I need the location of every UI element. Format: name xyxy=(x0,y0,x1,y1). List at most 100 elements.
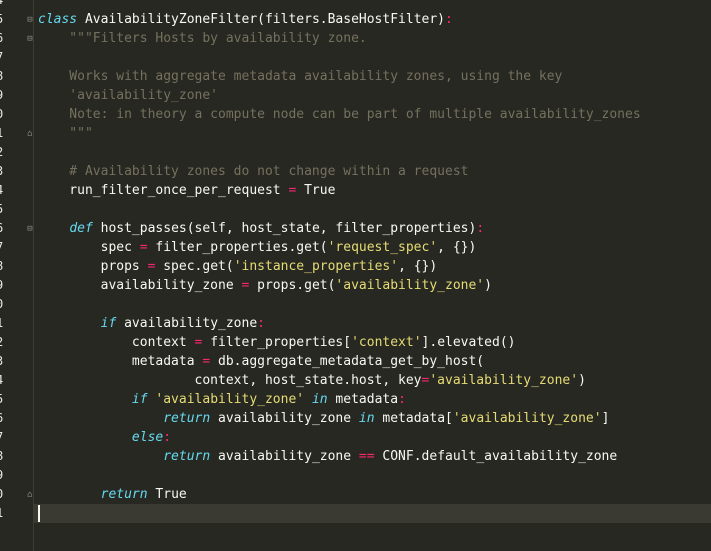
code-line[interactable]: class AvailabilityZoneFilter(filters.Bas… xyxy=(38,10,711,29)
code-token: db.aggregate_metadata_get_by_host( xyxy=(210,354,485,369)
code-token: return xyxy=(163,411,211,426)
code-token: in xyxy=(358,411,375,426)
code-line[interactable]: props = spec.get('instance_properties', … xyxy=(38,257,711,276)
code-line[interactable]: # Availability zones do not change withi… xyxy=(38,162,711,181)
line-number: 8 xyxy=(0,257,6,276)
code-line[interactable]: """Filters Hosts by availability zone. xyxy=(38,29,711,48)
line-number: 5 xyxy=(0,200,6,219)
line-number: 2 xyxy=(0,143,6,162)
line-number: 9 xyxy=(0,466,6,485)
code-token: """ xyxy=(38,126,93,141)
line-number: 1 xyxy=(0,124,6,143)
code-line[interactable]: run_filter_once_per_request = True xyxy=(38,181,711,200)
line-number: 6 xyxy=(0,219,6,238)
code-token: 'availability_zone' xyxy=(429,373,579,388)
code-token: 'request_spec' xyxy=(327,240,438,255)
code-token: spec xyxy=(38,240,140,255)
code-token: 'availability_zone' xyxy=(155,392,305,407)
line-number: 5 xyxy=(0,390,6,409)
line-number: 9 xyxy=(0,86,6,105)
code-token: return xyxy=(100,487,148,502)
code-line[interactable] xyxy=(38,466,711,485)
text-cursor xyxy=(38,505,40,522)
code-token: run_filter_once_per_request xyxy=(38,183,289,198)
code-token: , {}) xyxy=(398,259,438,274)
code-line[interactable]: else: xyxy=(38,428,711,447)
code-line[interactable]: Note: in theory a compute node can be pa… xyxy=(38,105,711,124)
fold-guide xyxy=(33,0,34,551)
code-token: ) xyxy=(484,278,492,293)
code-line[interactable]: spec = filter_properties.get('request_sp… xyxy=(38,238,711,257)
line-number: 7 xyxy=(0,428,6,447)
code-token: """Filters Hosts by availability zone. xyxy=(38,31,367,46)
line-number: 0 xyxy=(0,485,6,504)
code-line[interactable]: context, host_state.host, key='availabil… xyxy=(38,371,711,390)
line-number-gutter[interactable]: 4567890123456789012345678901⊟⊟⌂⊟⌂ xyxy=(0,0,34,551)
code-line[interactable] xyxy=(38,200,711,219)
code-token: # Availability zones do not change withi… xyxy=(38,164,469,179)
line-number: 1 xyxy=(0,314,6,333)
code-token: metadata xyxy=(38,354,203,369)
code-line[interactable]: def host_passes(self, host_state, filter… xyxy=(38,219,711,238)
code-token: props.get( xyxy=(249,278,336,293)
code-token: else xyxy=(131,430,164,445)
code-line[interactable]: """ xyxy=(38,124,711,143)
line-number: 8 xyxy=(0,67,6,86)
code-line[interactable]: return availability_zone == CONF.default… xyxy=(38,447,711,466)
code-token: class xyxy=(38,12,78,27)
line-number: 6 xyxy=(0,409,6,428)
code-line[interactable]: metadata = db.aggregate_metadata_get_by_… xyxy=(38,352,711,371)
code-line[interactable] xyxy=(38,295,711,314)
code-line[interactable]: Works with aggregate metadata availabili… xyxy=(38,67,711,86)
code-token: if xyxy=(131,392,148,407)
code-token: spec.get( xyxy=(155,259,234,274)
code-token: filter_properties[ xyxy=(202,335,352,350)
code-token: ].elevated() xyxy=(421,335,516,350)
code-line[interactable]: 'availability_zone' xyxy=(38,86,711,105)
code-line[interactable]: if 'availability_zone' in metadata: xyxy=(38,390,711,409)
code-line[interactable] xyxy=(38,0,711,10)
line-number: 7 xyxy=(0,48,6,67)
code-token: availability_zone xyxy=(210,449,359,464)
code-line[interactable]: return availability_zone in metadata['av… xyxy=(38,409,711,428)
code-line[interactable]: context = filter_properties['context'].e… xyxy=(38,333,711,352)
code-token: if xyxy=(100,316,117,331)
code-line[interactable]: availability_zone = props.get('availabil… xyxy=(38,276,711,295)
code-token: availability_zone xyxy=(116,316,258,331)
code-editor[interactable]: 4567890123456789012345678901⊟⊟⌂⊟⌂ class … xyxy=(0,0,711,551)
code-token: AvailabilityZoneFilter(filters.BaseHostF… xyxy=(84,12,445,27)
code-line[interactable]: return True xyxy=(38,485,711,504)
line-number: 4 xyxy=(0,181,6,200)
line-number: 8 xyxy=(0,447,6,466)
code-line[interactable]: if availability_zone: xyxy=(38,314,711,333)
code-token: , {}) xyxy=(437,240,477,255)
code-token: availability_zone xyxy=(210,411,359,426)
code-token: context, host_state.host, key xyxy=(38,373,422,388)
code-token: = xyxy=(139,240,148,255)
code-token: context xyxy=(38,335,195,350)
code-token: True xyxy=(147,487,187,502)
current-code-line[interactable] xyxy=(34,504,711,523)
code-token: Works with aggregate metadata availabili… xyxy=(38,69,563,84)
code-token: : xyxy=(163,430,172,445)
line-number: 6 xyxy=(0,29,6,48)
line-number: 5 xyxy=(0,10,6,29)
line-number: 7 xyxy=(0,238,6,257)
code-token: True xyxy=(296,183,336,198)
code-line[interactable] xyxy=(38,143,711,162)
code-token: : xyxy=(445,12,453,27)
code-token: def xyxy=(69,221,93,236)
code-token: availability_zone xyxy=(38,278,242,293)
code-token: : xyxy=(257,316,265,331)
code-token: metadata xyxy=(327,392,399,407)
code-token: : xyxy=(398,392,406,407)
code-token: 'instance_properties' xyxy=(233,259,399,274)
line-number: 9 xyxy=(0,276,6,295)
code-line[interactable] xyxy=(38,48,711,67)
